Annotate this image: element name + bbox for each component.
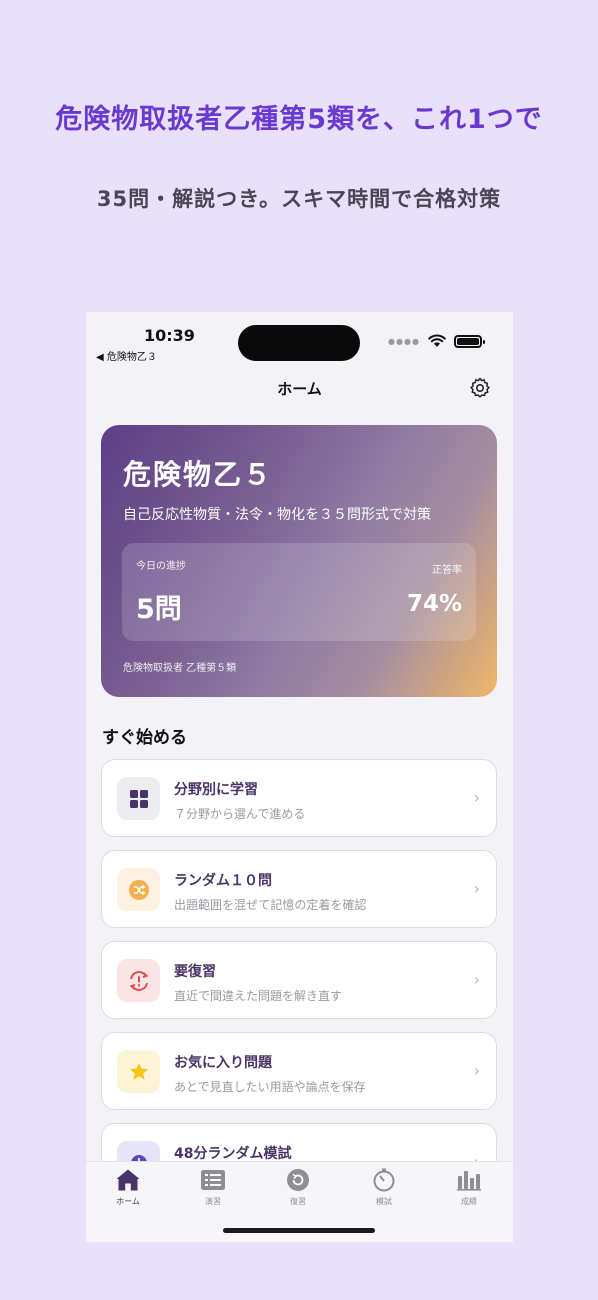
card-title: 要復習	[174, 964, 216, 980]
tab-practice[interactable]: 演習	[183, 1168, 243, 1207]
promo-subtitle: 35問・解説つき。スキマ時間で合格対策	[96, 187, 502, 211]
home-indicator	[223, 1228, 375, 1233]
tab-review[interactable]: 復習	[268, 1168, 328, 1207]
grid-icon	[117, 777, 160, 820]
card-title: 分野別に学習	[174, 782, 258, 798]
progress-label: 今日の進捗	[136, 561, 186, 572]
tab-mock-exam[interactable]: 模試	[354, 1168, 414, 1207]
status-indicators: ●●●●	[388, 334, 485, 348]
chevron-right-icon: ›	[473, 788, 480, 807]
promo-title: 危険物取扱者乙種第5類を、これ1つで	[55, 104, 543, 135]
progress-hero-card: 危険物乙５ 自己反応性物質・法令・物化を３５問形式で対策 今日の進捗 正答率 5…	[101, 425, 497, 697]
chevron-right-icon: ›	[473, 1061, 480, 1080]
quick-start-heading: すぐ始める	[102, 728, 187, 748]
card-title: お気に入り問題	[174, 1055, 272, 1071]
house-icon	[116, 1169, 140, 1191]
star-icon	[117, 1050, 160, 1093]
chevron-right-icon: ›	[473, 970, 480, 989]
random-10-card[interactable]: ランダム１０問 出題範囲を混ぜて記憶の定着を確認 ›	[101, 850, 497, 928]
tab-results[interactable]: 成績	[439, 1168, 499, 1207]
tab-label: 模試	[376, 1197, 392, 1206]
signal-dots-icon: ●●●●	[388, 336, 420, 346]
battery-icon	[453, 334, 485, 348]
hero-title: 危険物乙５	[123, 458, 274, 491]
review-icon	[287, 1169, 309, 1191]
progress-value: 5問	[136, 594, 182, 625]
back-to-app-link[interactable]: ◀ 危険物乙３	[96, 348, 157, 363]
nav-title: ホーム	[277, 380, 322, 398]
tab-label: 成績	[461, 1197, 477, 1206]
list-icon	[201, 1170, 225, 1190]
card-description: あとで見直したい用語や論点を保存	[174, 1080, 366, 1094]
today-progress-box: 今日の進捗 正答率 5問 74%	[122, 543, 476, 641]
bar-chart-icon	[457, 1171, 481, 1191]
tab-home[interactable]: ホーム	[98, 1168, 158, 1207]
chevron-right-icon: ›	[473, 879, 480, 898]
shuffle-icon	[117, 868, 160, 911]
tab-label: 復習	[290, 1197, 306, 1206]
card-description: 出題範囲を混ぜて記憶の定着を確認	[174, 898, 367, 912]
card-title: ランダム１０問	[174, 873, 272, 889]
tab-label: ホーム	[116, 1197, 140, 1206]
tab-label: 演習	[205, 1197, 221, 1206]
needs-review-card[interactable]: 要復習 直近で間違えた問題を解き直す ›	[101, 941, 497, 1019]
phone-screen: 10:39 ◀ 危険物乙３ ●●●● ホーム 危険物乙５ 自己反応性物質・法令・…	[86, 312, 513, 1242]
dynamic-island	[238, 325, 360, 361]
accuracy-label: 正答率	[432, 565, 462, 576]
card-description: 直近で間違えた問題を解き直す	[174, 989, 343, 1003]
review-alert-icon	[117, 959, 160, 1002]
category-study-card[interactable]: 分野別に学習 ７分野から選んで進める ›	[101, 759, 497, 837]
stopwatch-icon	[373, 1168, 395, 1192]
status-time: 10:39	[144, 326, 195, 345]
gear-icon[interactable]	[468, 376, 492, 400]
card-title: 48分ランダム模試	[174, 1146, 292, 1162]
hero-subtitle: 自己反応性物質・法令・物化を３５問形式で対策	[123, 507, 431, 523]
accuracy-value: 74%	[406, 591, 462, 617]
wifi-icon	[428, 334, 446, 347]
card-description: ７分野から選んで進める	[174, 807, 306, 821]
hero-footer: 危険物取扱者 乙種第５類	[123, 663, 237, 674]
favorites-card[interactable]: お気に入り問題 あとで見直したい用語や論点を保存 ›	[101, 1032, 497, 1110]
